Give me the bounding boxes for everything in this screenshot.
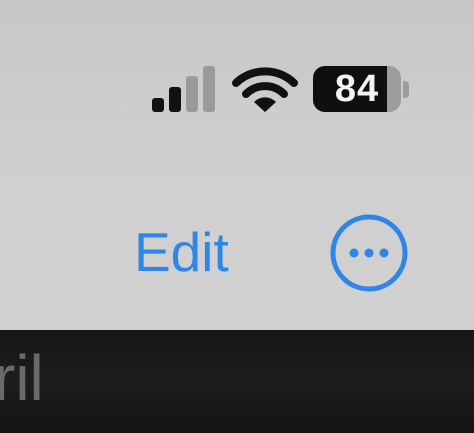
app-screen: 84 Edit ril [0,0,474,433]
partial-title: ril [0,342,44,414]
battery-body: 84 [313,66,401,112]
ellipsis-circle-icon[interactable] [328,212,410,294]
content-header-strip: ril [0,330,474,433]
status-bar: 84 [0,0,474,160]
battery-level: 84 [334,68,380,110]
battery-icon: 84 [313,66,409,114]
signal-bar [169,87,181,112]
battery-cap [403,81,409,98]
signal-bar [152,98,164,112]
cellular-signal-icon [152,66,218,112]
signal-bar [186,76,198,112]
signal-bar [203,66,215,112]
wifi-icon [232,66,298,114]
edit-button[interactable]: Edit [134,220,229,284]
